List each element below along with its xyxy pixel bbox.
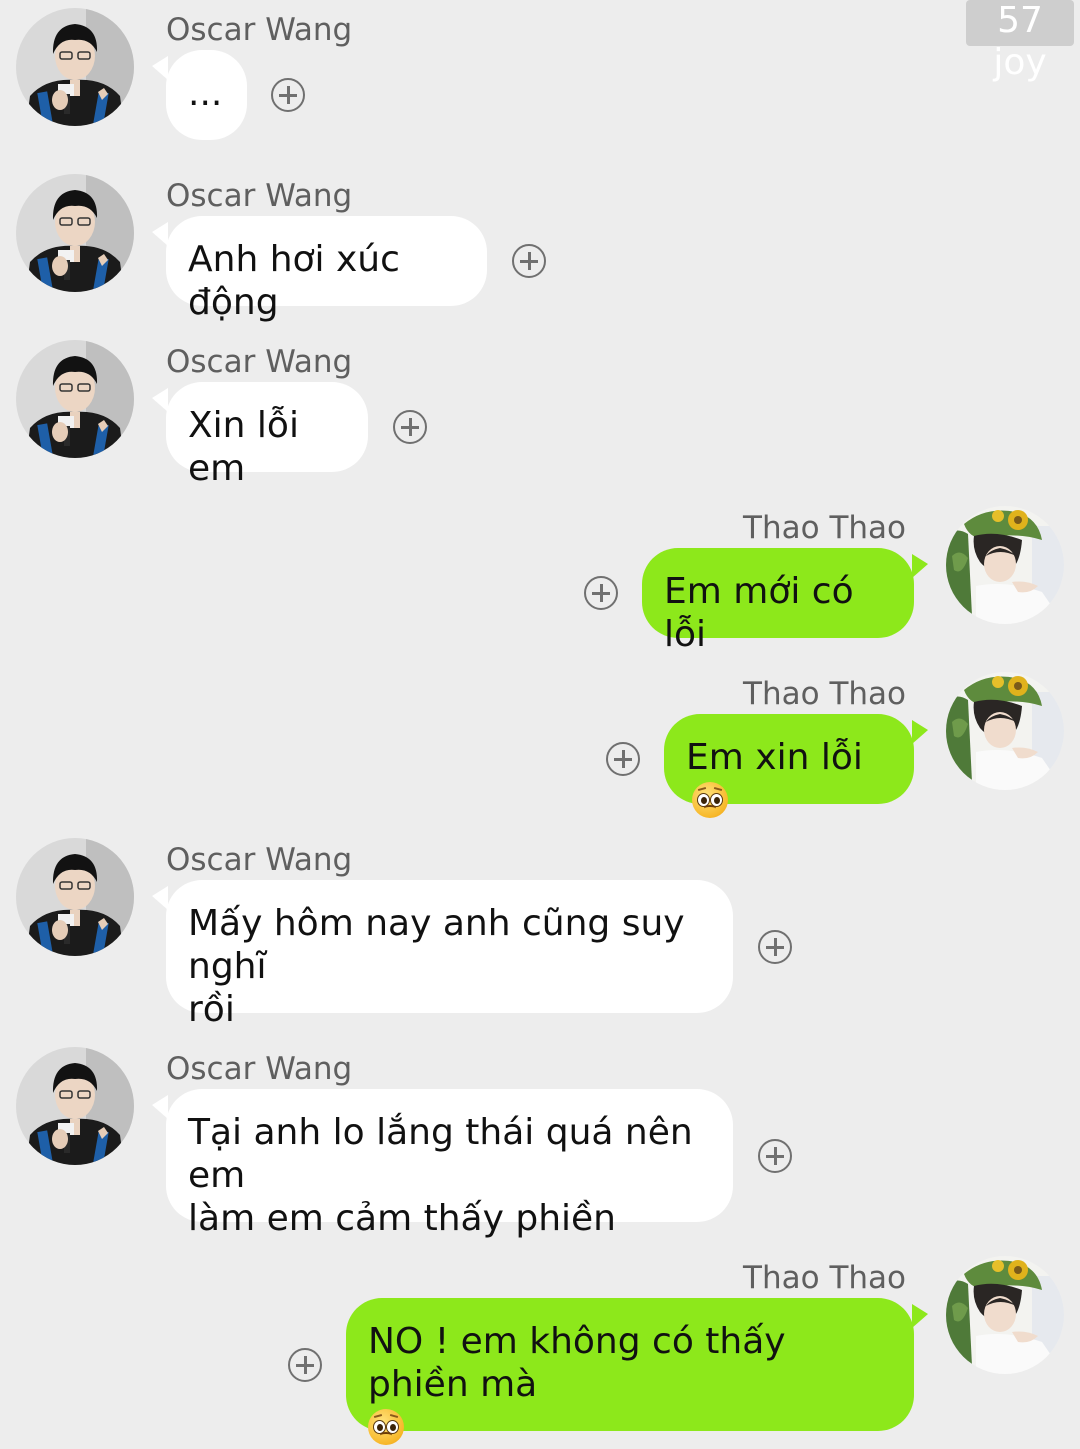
- bubble-tail: [152, 56, 168, 80]
- bubble-tail: [152, 388, 168, 412]
- chat-thread: 57 joy Oscar Wang ... Oscar Wang Anh hơi…: [0, 0, 1080, 1445]
- message-bubble-outgoing[interactable]: NO ! em không có thấy phiền mà: [346, 1298, 914, 1445]
- sender-name: Thao Thao: [743, 676, 906, 712]
- sender-name: Oscar Wang: [166, 842, 353, 878]
- avatar-thao-thao[interactable]: [946, 1256, 1064, 1374]
- add-reaction-icon[interactable]: [606, 742, 640, 776]
- watermark: 57 joy: [966, 0, 1074, 83]
- avatar-oscar-wang[interactable]: [16, 174, 134, 292]
- message-text: ...: [188, 73, 223, 114]
- message-text: Xin lỗi em: [188, 405, 299, 489]
- bubble-tail: [152, 222, 168, 246]
- message-text-line: làm em cảm thấy phiền: [188, 1198, 616, 1239]
- message-bubble-incoming[interactable]: ...: [166, 50, 247, 140]
- avatar-oscar-wang[interactable]: [16, 8, 134, 126]
- avatar-oscar-wang[interactable]: [16, 838, 134, 956]
- message-bubble-outgoing[interactable]: Em xin lỗi: [664, 714, 914, 818]
- avatar-thao-thao[interactable]: [946, 672, 1064, 790]
- bubble-tail: [912, 1304, 928, 1328]
- sender-name: Oscar Wang: [166, 178, 353, 214]
- avatar-oscar-wang[interactable]: [16, 340, 134, 458]
- message-text: Em xin lỗi: [686, 737, 863, 778]
- sender-name: Thao Thao: [743, 1260, 906, 1296]
- avatar-oscar-wang[interactable]: [16, 1047, 134, 1165]
- bubble-tail: [152, 1095, 168, 1119]
- sender-name: Thao Thao: [743, 510, 906, 546]
- message-bubble-incoming[interactable]: Xin lỗi em: [166, 382, 368, 489]
- add-reaction-icon[interactable]: [271, 78, 305, 112]
- add-reaction-icon[interactable]: [288, 1348, 322, 1382]
- add-reaction-icon[interactable]: [758, 1139, 792, 1173]
- add-reaction-icon[interactable]: [758, 930, 792, 964]
- message-text: NO ! em không có thấy phiền mà: [368, 1321, 786, 1405]
- add-reaction-icon[interactable]: [393, 410, 427, 444]
- message-text: Anh hơi xúc động: [188, 239, 400, 323]
- add-reaction-icon[interactable]: [584, 576, 618, 610]
- pleading-face-emoji-icon: [692, 782, 728, 818]
- sender-name: Oscar Wang: [166, 1051, 353, 1087]
- message-bubble-incoming[interactable]: Mấy hôm nay anh cũng suy nghĩ rồi: [166, 880, 733, 1030]
- sender-name: Oscar Wang: [166, 344, 353, 380]
- bubble-tail: [912, 554, 928, 578]
- message-text-line: Mấy hôm nay anh cũng suy nghĩ: [188, 903, 685, 987]
- message-text: Em mới có lỗi: [664, 571, 854, 655]
- bubble-tail: [152, 886, 168, 910]
- message-bubble-incoming[interactable]: Tại anh lo lắng thái quá nên em làm em c…: [166, 1089, 733, 1239]
- avatar-thao-thao[interactable]: [946, 506, 1064, 624]
- sender-name: Oscar Wang: [166, 12, 353, 48]
- message-text-line: Tại anh lo lắng thái quá nên em: [188, 1112, 693, 1196]
- add-reaction-icon[interactable]: [512, 244, 546, 278]
- bubble-tail: [912, 720, 928, 744]
- message-text-line: rồi: [188, 989, 235, 1030]
- message-bubble-outgoing[interactable]: Em mới có lỗi: [642, 548, 914, 655]
- message-bubble-incoming[interactable]: Anh hơi xúc động: [166, 216, 487, 323]
